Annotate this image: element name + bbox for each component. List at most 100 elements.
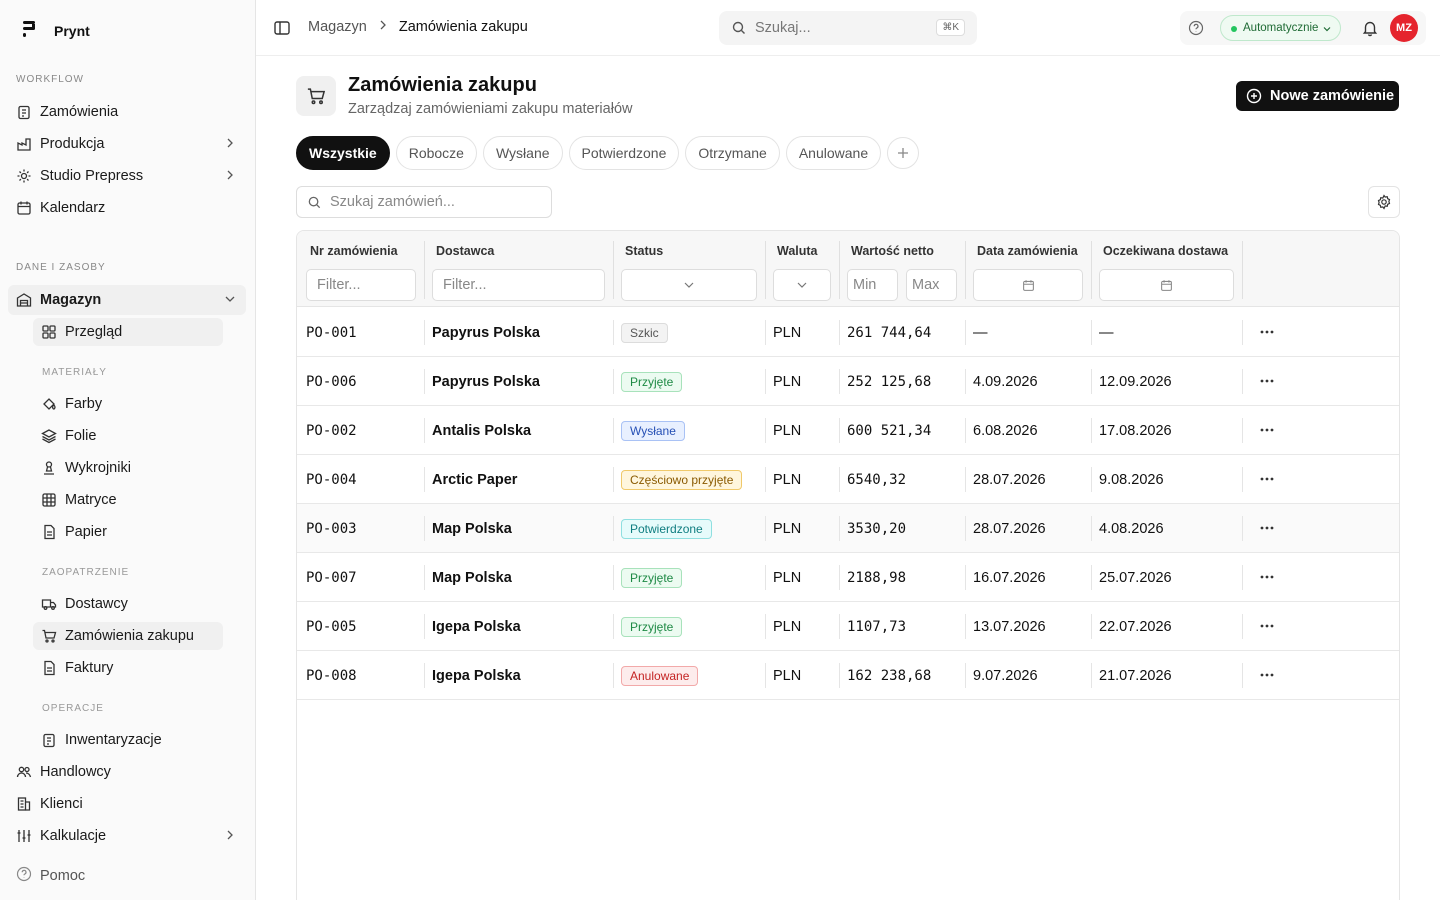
sidebar-item-kalendarz[interactable]: Kalendarz xyxy=(8,193,246,223)
orders-search-input[interactable]: Szukaj zamówień... xyxy=(296,186,552,218)
cell-divider xyxy=(424,663,425,688)
filter-nr-input[interactable]: Filter... xyxy=(306,269,416,301)
cell-nr: PO-007 xyxy=(306,553,357,602)
table-row[interactable]: PO-004 Arctic Paper Częściowo przyjęte PLN 6… xyxy=(297,455,1399,504)
table-row[interactable]: PO-001 Papyrus Polska Szkic PLN 261 744,64 — — xyxy=(297,308,1399,357)
sidebar-item-folie[interactable]: Folie xyxy=(33,422,223,450)
table-row[interactable]: PO-003 Map Polska Potwierdzone PLN 3530,20 28… xyxy=(297,504,1399,553)
breadcrumb-magazyn[interactable]: Magazyn xyxy=(308,19,367,35)
cell-divider xyxy=(965,467,966,492)
table-row[interactable]: PO-008 Igepa Polska Anulowane PLN 162 238,68… xyxy=(297,651,1399,700)
column-header-status[interactable]: Status xyxy=(625,244,663,258)
sidebar-item-label: Produkcja xyxy=(40,136,105,152)
add-tab-button[interactable] xyxy=(887,137,920,169)
column-header-data[interactable]: Data zamówienia xyxy=(977,244,1078,258)
sidebar-toggle-icon[interactable] xyxy=(272,18,292,41)
status-badge: Częściowo przyjęte xyxy=(621,469,743,490)
cell-divider xyxy=(424,516,425,541)
tab-anulowane[interactable]: Anulowane xyxy=(785,136,882,170)
sidebar-item-label: Matryce xyxy=(65,492,117,508)
cell-divider xyxy=(424,614,425,639)
help-link[interactable]: Pomoc xyxy=(16,866,85,886)
sidebar-item-faktury[interactable]: Faktury xyxy=(33,654,223,682)
sidebar-item-label: Kalkulacje xyxy=(40,828,107,844)
new-order-button[interactable]: Nowe zamówienie xyxy=(1236,81,1399,111)
table-row[interactable]: PO-007 Map Polska Przyjęte PLN 2188,98 16.07.… xyxy=(297,553,1399,602)
filter-waluta-select[interactable] xyxy=(773,269,831,301)
row-more-icon[interactable] xyxy=(1257,616,1277,636)
sidebar-item-zamowienia-zakupu[interactable]: Zamówienia zakupu xyxy=(33,622,223,650)
cell-data: 28.07.2026 xyxy=(973,504,1046,553)
sidebar-item-dostawcy[interactable]: Dostawcy xyxy=(33,590,223,618)
column-header-wartosc[interactable]: Wartość netto xyxy=(851,244,934,258)
column-header-dostawa[interactable]: Oczekiwana dostawa xyxy=(1103,244,1228,258)
section-workflow: WORKFLOW xyxy=(16,74,84,85)
filter-min-input[interactable]: Min xyxy=(847,269,898,301)
row-more-icon[interactable] xyxy=(1257,665,1277,685)
row-more-icon[interactable] xyxy=(1257,420,1277,440)
cell-divider xyxy=(424,418,425,443)
sidebar-item-klienci[interactable]: Klienci xyxy=(8,789,246,819)
row-more-icon[interactable] xyxy=(1257,469,1277,489)
filter-dostawa-date-picker[interactable] xyxy=(1099,269,1234,301)
sidebar-item-wykrojniki[interactable]: Wykrojniki xyxy=(33,454,223,482)
cell-divider xyxy=(839,369,840,394)
tab-otrzymane[interactable]: Otrzymane xyxy=(685,136,780,170)
cell-nr: PO-008 xyxy=(306,651,357,700)
page-subtitle: Zarządzaj zamówieniami zakupu materiałów xyxy=(348,101,633,117)
global-search-input[interactable]: Szukaj... ⌘K xyxy=(719,11,977,45)
filter-dostawca-input[interactable]: Filter... xyxy=(432,269,605,301)
tab-robocze[interactable]: Robocze xyxy=(395,136,477,170)
sidebar-item-farby[interactable]: Farby xyxy=(33,390,223,418)
cell-data: 16.07.2026 xyxy=(973,553,1046,602)
grid-table-icon xyxy=(41,492,57,508)
filter-max-input[interactable]: Max xyxy=(906,269,957,301)
users-icon xyxy=(16,764,32,780)
cell-nr-text: PO-008 xyxy=(306,667,357,684)
breadcrumb: Magazyn Zamówienia zakupu xyxy=(308,19,528,35)
sidebar-item-handlowcy[interactable]: Handlowcy xyxy=(8,757,246,787)
cell-nr: PO-002 xyxy=(306,406,357,455)
tab-wszystkie[interactable]: Wszystkie xyxy=(296,136,390,170)
table-settings-button[interactable] xyxy=(1368,186,1400,218)
column-divider xyxy=(613,241,614,299)
orders-search-placeholder: Szukaj zamówień... xyxy=(330,194,455,210)
sidebar-item-studio-prepress[interactable]: Studio Prepress xyxy=(8,161,246,191)
cell-dostawa: — xyxy=(1099,308,1114,357)
sidebar-item-inwentaryzacje[interactable]: Inwentaryzacje xyxy=(33,726,223,754)
cell-dostawca: Papyrus Polska xyxy=(432,357,540,406)
sidebar-item-papier[interactable]: Papier xyxy=(33,518,223,546)
filter-data-date-picker[interactable] xyxy=(973,269,1083,301)
cell-divider xyxy=(1242,565,1243,590)
tab-wyslane[interactable]: Wysłane xyxy=(482,136,563,170)
tab-potwierdzone[interactable]: Potwierdzone xyxy=(568,136,680,170)
cell-waluta: PLN xyxy=(773,602,801,651)
table-row[interactable]: PO-002 Antalis Polska Wysłane PLN 600 521,34… xyxy=(297,406,1399,455)
column-header-dostawca[interactable]: Dostawca xyxy=(436,244,494,258)
row-more-icon[interactable] xyxy=(1257,518,1277,538)
cell-waluta: PLN xyxy=(773,357,801,406)
column-header-nr[interactable]: Nr zamówienia xyxy=(310,244,398,258)
column-header-waluta[interactable]: Waluta xyxy=(777,244,818,258)
table-row[interactable]: PO-005 Igepa Polska Przyjęte PLN 1107,73 13.0… xyxy=(297,602,1399,651)
sidebar-item-kalkulacje[interactable]: Kalkulacje xyxy=(8,821,246,851)
sidebar-item-magazyn[interactable]: Magazyn xyxy=(8,285,246,315)
cell-wartosc: 600 521,34 xyxy=(847,406,931,455)
table-row[interactable]: PO-006 Papyrus Polska Przyjęte PLN 252 125,6… xyxy=(297,357,1399,406)
sidebar-item-label: Zamówienia zakupu xyxy=(65,628,194,644)
sidebar-item-matryce[interactable]: Matryce xyxy=(33,486,223,514)
sidebar-item-produkcja[interactable]: Produkcja xyxy=(8,129,246,159)
brand[interactable]: Prynt xyxy=(22,20,90,41)
bell-icon[interactable] xyxy=(1361,19,1379,40)
sidebar-item-przeglad[interactable]: Przegląd xyxy=(33,318,223,346)
sidebar-item-label: Studio Prepress xyxy=(40,168,144,184)
mode-selector[interactable]: Automatycznie xyxy=(1220,15,1342,41)
row-more-icon[interactable] xyxy=(1257,567,1277,587)
row-more-icon[interactable] xyxy=(1257,371,1277,391)
filter-status-select[interactable] xyxy=(621,269,757,301)
row-more-icon[interactable] xyxy=(1257,322,1277,342)
help-circle-icon[interactable] xyxy=(1188,20,1204,39)
avatar[interactable]: MZ xyxy=(1390,14,1418,42)
sidebar-item-zamowienia[interactable]: Zamówienia xyxy=(8,97,246,127)
cell-dostawa: 21.07.2026 xyxy=(1099,651,1172,700)
